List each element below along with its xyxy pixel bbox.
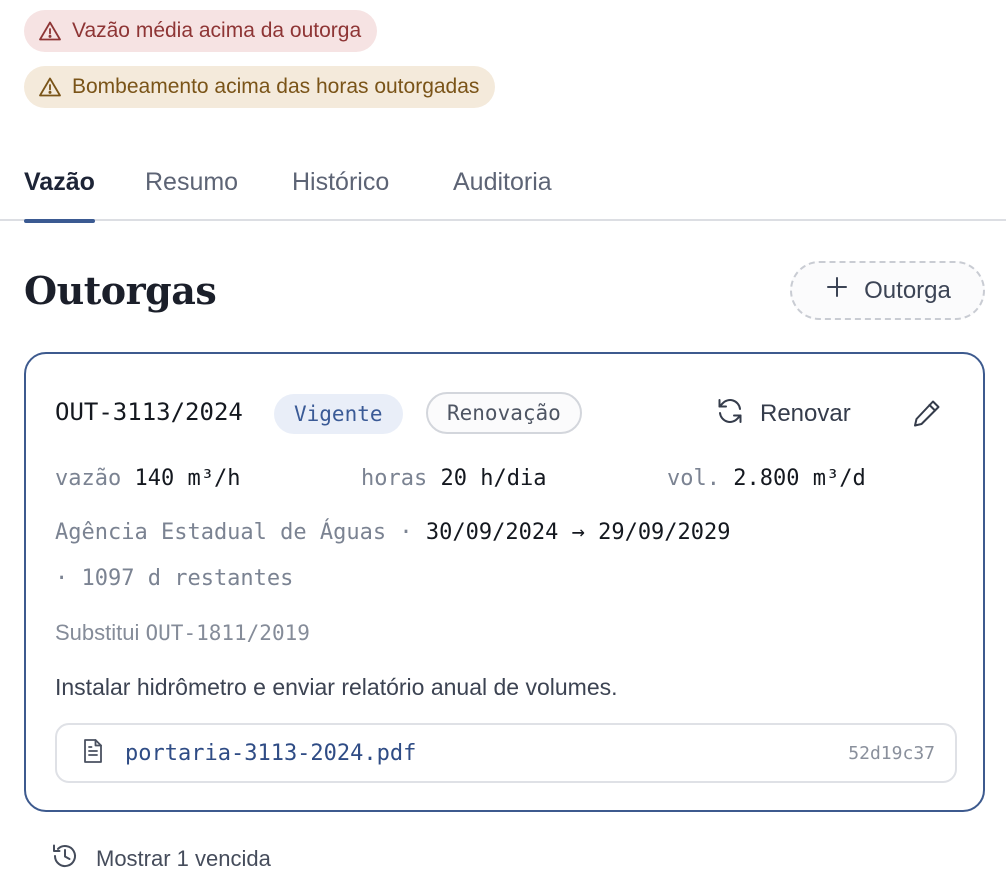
grant-condition: Instalar hidrômetro e enviar relatório a…: [55, 674, 618, 700]
warning-triangle-icon: [38, 19, 62, 43]
agency-validity: Agência Estadual de Águas · 30/09/2024 →…: [55, 520, 731, 545]
alert-pumping-hours: Bombeamento acima das horas outorgadas: [24, 66, 496, 108]
warning-triangle-icon: [38, 75, 62, 99]
substitutes-line: Substitui OUT-1811/2019: [55, 620, 310, 646]
grant-card: OUT-3113/2024 Vigente Renovação Renovar …: [24, 352, 985, 812]
renew-button[interactable]: Renovar: [714, 394, 851, 434]
tab-historico[interactable]: Histórico: [292, 168, 389, 221]
metric-label: vol.: [667, 466, 720, 491]
metric-value: 140 m³/h: [134, 466, 241, 491]
pencil-icon: [910, 400, 944, 434]
alert-average-flow: Vazão média acima da outorga: [24, 10, 378, 52]
validity-dates: 30/09/2024 → 29/09/2029: [425, 520, 731, 545]
separator-dot: ·: [399, 520, 413, 545]
days-remaining: · 1097 d restantes: [55, 566, 294, 591]
refresh-icon: [714, 395, 746, 434]
document-icon: [79, 737, 125, 770]
tab-bar: Vazão Resumo Histórico Auditoria: [0, 156, 1006, 223]
tab-vazao[interactable]: Vazão: [24, 168, 95, 223]
status-badge: Vigente: [274, 394, 403, 434]
metric-value: 20 h/dia: [440, 466, 547, 491]
metric-hours: horas 20 h/dia: [361, 466, 546, 491]
tab-resumo[interactable]: Resumo: [145, 168, 238, 221]
show-expired-label: Mostrar 1 vencida: [96, 846, 271, 871]
agency-name: Agência Estadual de Águas: [55, 520, 387, 545]
file-name[interactable]: portaria-3113-2024.pdf: [125, 741, 848, 766]
file-hash: 52d19c37: [848, 742, 935, 764]
show-expired-button[interactable]: Mostrar 1 vencida: [50, 843, 271, 875]
add-grant-button[interactable]: Outorga: [790, 261, 985, 320]
attachment-file[interactable]: portaria-3113-2024.pdf 52d19c37: [55, 723, 957, 783]
metric-label: vazão: [55, 466, 122, 491]
grant-id: OUT-3113/2024: [55, 398, 243, 426]
alert-text: Bombeamento acima das horas outorgadas: [72, 75, 480, 98]
renew-label: Renovar: [760, 400, 851, 427]
metric-flow: vazão 140 m³/h: [55, 466, 240, 491]
metric-label: horas: [361, 466, 428, 491]
alert-text: Vazão média acima da outorga: [72, 19, 362, 42]
section-title: Outorgas: [24, 268, 217, 313]
metric-value: 2.800 m³/d: [733, 466, 866, 491]
substitutes-id: OUT-1811/2019: [145, 621, 310, 645]
metric-volume: vol. 2.800 m³/d: [667, 466, 866, 491]
edit-button[interactable]: [910, 396, 944, 430]
tab-auditoria[interactable]: Auditoria: [453, 168, 552, 221]
plus-icon: [824, 274, 850, 307]
history-icon: [50, 841, 80, 877]
substitutes-label: Substitui: [55, 620, 140, 645]
add-grant-label: Outorga: [864, 276, 951, 304]
renewal-tag: Renovação: [426, 392, 582, 434]
